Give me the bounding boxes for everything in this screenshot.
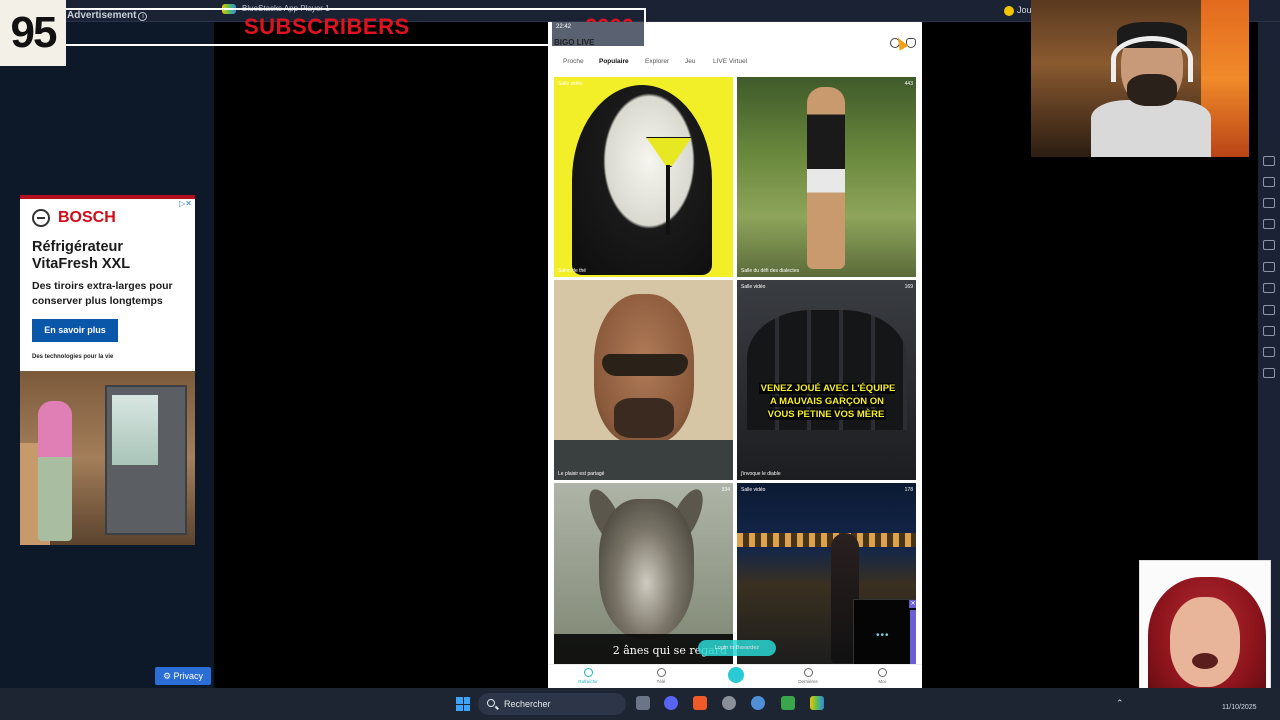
nav-refresh[interactable]: Rafraîchir	[568, 668, 608, 684]
toolbar-tool-icon[interactable]	[1263, 156, 1275, 166]
subscriber-counter: 95	[0, 0, 66, 66]
learn-more-button[interactable]: En savoir plus	[32, 319, 118, 342]
viewer-count: 334	[721, 487, 730, 493]
mini-player[interactable]: ••• ✕	[853, 599, 916, 668]
streamer-beard	[614, 398, 674, 438]
nav-tv[interactable]: Télé	[641, 668, 681, 684]
tv-icon	[656, 668, 666, 677]
viewer-count: 169	[904, 284, 913, 290]
bosch-ad[interactable]: ▷✕ BOSCH Réfrigérateur VitaFresh XXL Des…	[20, 195, 195, 545]
gamepad-icon	[1004, 5, 1014, 16]
stream-caption: Salle du défi des dialectes	[741, 268, 800, 274]
bell-icon[interactable]	[906, 38, 916, 48]
fridge-interior	[112, 395, 158, 465]
emulator-background-left	[214, 22, 548, 688]
profile-icon	[877, 668, 887, 677]
ad-tagline: Des technologies pour la vie	[32, 354, 114, 360]
app-title: BIGO LIVE	[554, 38, 595, 47]
donkey-face	[599, 499, 694, 639]
tab-proche[interactable]: Proche	[563, 58, 584, 65]
obs-icon[interactable]	[722, 696, 736, 710]
go-live-button[interactable]	[728, 667, 744, 683]
refresh-icon	[583, 668, 593, 677]
taskbar-search[interactable]: Rechercher	[478, 693, 626, 715]
stream-tile[interactable]: 443 Salle du défi des dialectes	[737, 77, 916, 277]
tab-live-virtuel[interactable]: LIVE Virtuel	[713, 58, 747, 65]
app-icon[interactable]	[781, 696, 795, 710]
airplane-icon[interactable]	[1263, 262, 1275, 272]
stream-caption: Salon de thé	[558, 268, 587, 274]
stream-caption: j'invoque le diable	[741, 471, 781, 477]
tray-expand-icon[interactable]: ⌃	[1116, 698, 1124, 709]
chat-icon	[803, 668, 813, 677]
bluestacks-icon[interactable]	[810, 696, 824, 710]
webcam-guest	[1139, 560, 1271, 706]
ad-person	[38, 401, 72, 541]
task-view-icon[interactable]	[636, 696, 650, 710]
settings-icon[interactable]	[751, 696, 765, 710]
guest-mouth	[1192, 653, 1218, 669]
ad-headline: Réfrigérateur VitaFresh XXL	[32, 239, 131, 272]
sync-icon[interactable]	[1263, 368, 1275, 378]
adchoices-icon[interactable]: ▷✕	[179, 199, 192, 208]
pin-icon[interactable]	[1263, 326, 1275, 336]
stream-caption: Le plaisir est partagé	[558, 471, 605, 477]
stream-tile[interactable]: VENEZ JOUÉ AVEC L'ÉQUIPE A MAUVAIS GARÇO…	[737, 280, 916, 480]
viewer-count: 443	[904, 81, 913, 87]
room-badge: Salle vidéo	[741, 284, 766, 290]
bigo-live-app: 22:42 BIGO LIVE Proche Populaire Explore…	[548, 22, 922, 688]
headset	[1111, 36, 1193, 82]
room-badge: Salle vidéo	[558, 81, 583, 87]
guest-face	[1170, 597, 1240, 687]
record-icon[interactable]	[1263, 219, 1275, 229]
bosch-logo: BOSCH	[32, 209, 116, 227]
ad-body: Des tiroirs extra-larges pour conserver …	[32, 280, 173, 307]
screenshot-icon[interactable]	[1263, 198, 1275, 208]
bosch-ring-icon	[32, 209, 50, 227]
bottom-nav: Rafraîchir Télé Dernières Moi	[548, 664, 922, 688]
play-label[interactable]: Jou	[1004, 5, 1032, 16]
viewer-count: 178	[904, 487, 913, 493]
loading-dots-icon: •••	[876, 630, 890, 641]
streamer-figure	[807, 87, 845, 269]
stream-banner: VENEZ JOUÉ AVEC L'ÉQUIPE A MAUVAIS GARÇO…	[758, 383, 896, 420]
tab-jeu[interactable]: Jeu	[685, 58, 695, 65]
stream-tile[interactable]: Le plaisir est partagé	[554, 280, 733, 480]
screen: Advertisement i BlueStacks App Player 1 J…	[0, 0, 1280, 720]
illustrated-woman	[572, 85, 712, 275]
taskbar: Rechercher ⌃ 11/10/2025	[0, 688, 1280, 720]
close-icon[interactable]: ✕	[909, 600, 916, 608]
taskbar-date[interactable]: 11/10/2025	[1222, 704, 1257, 711]
streamer-torso	[1091, 100, 1211, 157]
layers-icon[interactable]	[1263, 347, 1275, 357]
toolbar-tool-icon[interactable]	[1263, 177, 1275, 187]
brave-icon[interactable]	[693, 696, 707, 710]
privacy-button[interactable]: ⚙ Privacy	[155, 667, 211, 685]
discord-icon[interactable]	[664, 696, 678, 710]
media-icon[interactable]	[1263, 240, 1275, 250]
windows-start-icon[interactable]	[456, 697, 470, 711]
sunglasses	[602, 354, 688, 376]
tab-populaire[interactable]: Populaire	[599, 58, 629, 65]
login-button[interactable]: Login to Bavardez	[698, 640, 776, 656]
tab-bar: Proche Populaire Explorer Jeu LIVE Virtu…	[548, 58, 922, 72]
location-icon[interactable]	[1263, 283, 1275, 293]
webcam-streamer	[1031, 0, 1249, 157]
subscribers-label: SUBSCRIBERS	[244, 14, 410, 39]
room-badge: Salle vidéo	[741, 487, 766, 493]
mini-player-side-bar	[910, 610, 916, 668]
city-lights	[737, 533, 916, 547]
stream-tile[interactable]: Salle vidéo Salon de thé	[554, 77, 733, 277]
tab-explorer[interactable]: Explorer	[645, 58, 669, 65]
glass-stem	[666, 165, 670, 235]
nav-me[interactable]: Moi	[862, 668, 902, 684]
search-icon	[487, 699, 495, 707]
nav-latest[interactable]: Dernières	[788, 668, 828, 684]
mouse-cursor-icon	[893, 35, 909, 51]
ad-photo	[20, 371, 195, 545]
erase-icon[interactable]	[1263, 305, 1275, 315]
